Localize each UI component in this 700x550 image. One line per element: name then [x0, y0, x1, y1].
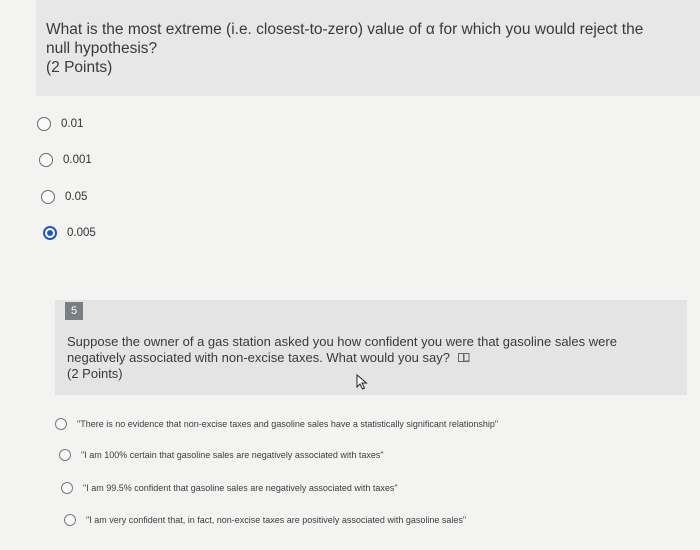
question-5-option-3[interactable]: "I am 99.5% confident that gasoline sale… — [61, 478, 398, 498]
question-4-option-4[interactable]: 0.005 — [43, 223, 96, 243]
option-label: "I am 99.5% confident that gasoline sale… — [83, 483, 398, 493]
option-label: "I am very confident that, in fact, non-… — [86, 515, 467, 525]
question-4-option-3[interactable]: 0.05 — [41, 187, 87, 207]
radio-button[interactable] — [59, 449, 71, 461]
radio-button[interactable] — [39, 153, 53, 167]
option-label: "I am 100% certain that gasoline sales a… — [81, 450, 384, 460]
radio-button-selected[interactable] — [43, 226, 57, 240]
radio-button[interactable] — [64, 514, 76, 526]
question-4-title: What is the most extreme (i.e. closest-t… — [46, 20, 666, 77]
question-4-header: What is the most extreme (i.e. closest-t… — [36, 0, 700, 96]
question-number-badge: 5 — [65, 302, 83, 320]
question-5-text: Suppose the owner of a gas station asked… — [67, 334, 617, 365]
mouse-cursor-icon — [356, 374, 368, 390]
question-4-text: What is the most extreme (i.e. closest-t… — [46, 21, 644, 57]
question-4-option-2[interactable]: 0.001 — [39, 150, 92, 170]
question-5-option-1[interactable]: "There is no evidence that non-excise ta… — [55, 414, 498, 434]
option-label: 0.01 — [61, 118, 84, 130]
radio-button[interactable] — [37, 117, 51, 131]
option-label: 0.001 — [63, 154, 92, 166]
question-4-option-1[interactable]: 0.01 — [37, 114, 83, 134]
radio-button[interactable] — [61, 482, 73, 494]
question-5-card: 5 Suppose the owner of a gas station ask… — [55, 300, 687, 395]
radio-button[interactable] — [41, 190, 55, 204]
radio-button[interactable] — [55, 418, 67, 430]
question-4-points: (2 Points) — [46, 59, 113, 76]
immersive-reader-icon[interactable] — [457, 351, 470, 362]
question-5-option-2[interactable]: "I am 100% certain that gasoline sales a… — [59, 445, 384, 465]
option-label: 0.005 — [67, 227, 96, 239]
option-label: "There is no evidence that non-excise ta… — [77, 419, 499, 429]
question-5-option-4[interactable]: "I am very confident that, in fact, non-… — [64, 510, 466, 530]
option-label: 0.05 — [65, 191, 88, 203]
